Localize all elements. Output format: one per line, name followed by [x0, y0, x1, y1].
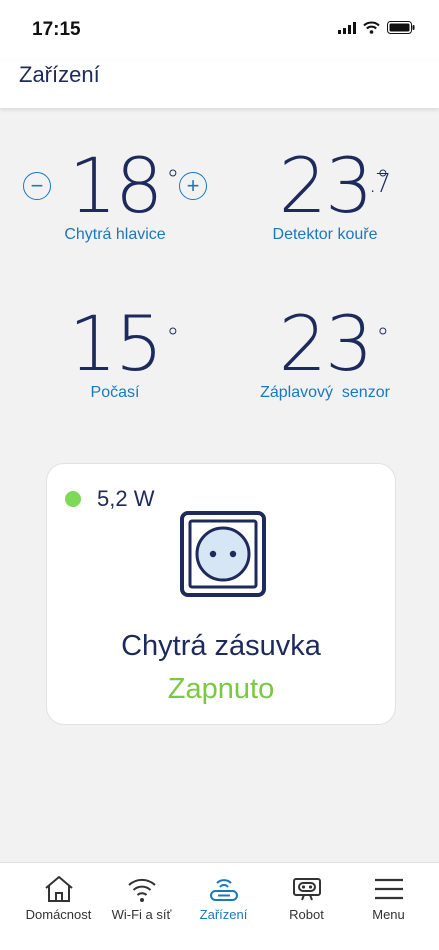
- tile-flood-sensor[interactable]: 23 ° Záplavový senzor: [240, 306, 410, 402]
- temperature-value: 23: [278, 299, 374, 388]
- tile-value: 23 °: [279, 306, 390, 382]
- tile-value: 15 °: [69, 306, 180, 382]
- signal-icon: [338, 21, 356, 34]
- robot-icon: [292, 878, 321, 901]
- tab-label: Robot: [289, 907, 324, 922]
- router-icon: [209, 879, 238, 901]
- power-status-dot: [65, 491, 81, 507]
- status-icons: [338, 21, 415, 34]
- tab-home[interactable]: Domácnost: [15, 863, 102, 935]
- tab-menu[interactable]: Menu: [345, 863, 432, 935]
- home-icon: [44, 876, 73, 902]
- menu-icon: [374, 878, 403, 900]
- power-consumption: 5,2 W: [97, 486, 155, 511]
- tile-value: 18 °: [69, 148, 180, 224]
- tab-label: Domácnost: [25, 907, 92, 922]
- device-status: Zapnuto: [167, 673, 275, 705]
- tile-smoke-detector[interactable]: 23 ° .7 Detektor kouře: [240, 148, 410, 244]
- degree-symbol: °: [166, 323, 179, 353]
- tab-devices[interactable]: Zařízení: [180, 863, 267, 935]
- wifi-status-icon: [363, 21, 380, 34]
- app-header: Zařízení: [0, 60, 439, 108]
- tile-weather[interactable]: 15 ° Počasí: [30, 306, 200, 402]
- tab-label: Menu: [372, 907, 405, 922]
- page-title: Zařízení: [19, 62, 100, 87]
- temperature-value: 18: [68, 141, 164, 230]
- power-socket-icon: [180, 511, 266, 597]
- decimal-value: .7: [368, 169, 392, 199]
- battery-icon: [387, 21, 415, 34]
- tab-wifi[interactable]: Wi-Fi a síť: [98, 863, 185, 935]
- temperature-value: 23: [278, 141, 374, 230]
- degree-symbol: °: [166, 165, 179, 195]
- status-bar: 17:15: [0, 0, 439, 60]
- tile-value: 23 ° .7: [279, 148, 392, 224]
- tab-label: Zařízení: [199, 907, 248, 922]
- temperature-value: 15: [68, 299, 164, 388]
- tab-label: Wi-Fi a síť: [111, 907, 172, 922]
- status-time: 17:15: [32, 19, 81, 40]
- tab-robot[interactable]: Robot: [263, 863, 350, 935]
- wifi-icon: [127, 878, 156, 902]
- bottom-tab-bar: Domácnost Wi-Fi a síť Zařízení Robot Men…: [0, 862, 439, 950]
- degree-symbol: °: [376, 323, 389, 353]
- smart-socket-card[interactable]: 5,2 W Chytrá zásuvka Zapnuto: [46, 463, 396, 725]
- device-name: Chytrá zásuvka: [121, 630, 321, 662]
- tile-smart-thermostat[interactable]: 18 ° Chytrá hlavice: [30, 148, 200, 244]
